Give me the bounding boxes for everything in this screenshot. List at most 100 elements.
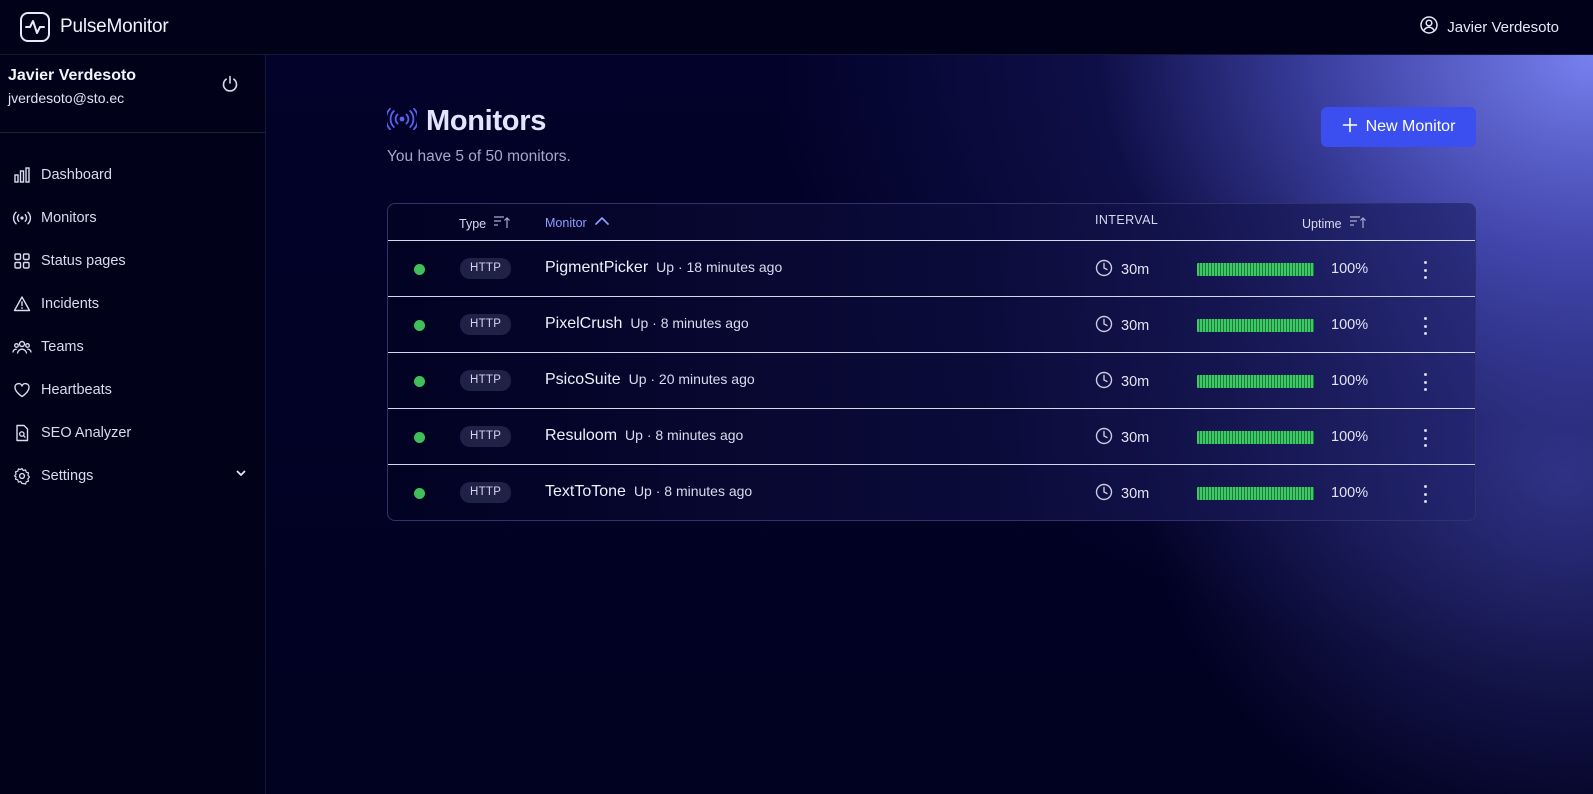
uptime-value: 100% [1331,261,1369,277]
monitor-status: Up · 8 minutes ago [633,483,753,499]
uptime-bar [1197,487,1314,500]
heart-icon [12,380,32,400]
page-header: Monitors You have 5 of 50 monitors. [385,105,571,166]
chevron-up-icon [594,215,610,230]
sidebar-item-label: Incidents [41,295,100,312]
uptime-value: 100% [1331,373,1369,389]
status-dot [414,376,425,387]
uptime-bar [1197,431,1314,444]
sidebar-item-teams[interactable]: Teams [0,325,265,368]
column-header-label: Uptime [1302,216,1342,231]
user-menu[interactable]: Javier Verdesoto [1420,16,1559,38]
clock-icon [1095,427,1113,449]
gear-icon [12,466,32,486]
grid-icon [12,251,32,271]
plus-icon [1342,117,1358,138]
type-badge: HTTP [460,482,512,503]
table-row[interactable]: HTTP Resuloom Up · 8 minutes ago 30m 100% [388,409,1475,465]
sidebar-item-label: Teams [41,338,84,355]
sidebar-item-label: Settings [41,467,94,484]
sidebar-item-status-pages[interactable]: Status pages [0,239,265,282]
sidebar-item-label: Monitors [41,209,97,226]
sidebar-user-email: jverdesoto@sto.ec [8,90,125,106]
sidebar-item-label: Dashboard [41,166,112,183]
monitor-status: Up · 18 minutes ago [656,259,783,275]
table-header: Type Monitor INTERVAL Uptime [388,204,1475,241]
sidebar-item-seo-analyzer[interactable]: SEO Analyzer [0,411,265,454]
top-user-name: Javier Verdesoto [1447,18,1559,36]
uptime-bar [1197,375,1314,388]
broadcast-icon [385,107,419,135]
sidebar-nav: Dashboard Monitors Status pages Incident… [0,133,265,497]
uptime-bar [1197,263,1314,276]
type-badge: HTTP [460,370,512,391]
sidebar-item-dashboard[interactable]: Dashboard [0,153,265,196]
uptime-value: 100% [1331,317,1369,333]
clock-icon [1095,483,1113,505]
column-header-uptime[interactable]: Uptime [1302,215,1367,232]
page-subtitle: You have 5 of 50 monitors. [387,148,571,165]
status-dot [414,488,425,499]
clock-icon [1095,315,1113,337]
top-bar: PulseMonitor Javier Verdesoto [0,0,1593,55]
type-badge: HTTP [460,314,512,335]
page-title: Monitors [426,105,547,137]
warning-triangle-icon [12,294,32,314]
app-name: PulseMonitor [60,16,169,37]
more-options-icon[interactable] [1420,485,1430,503]
sidebar-item-heartbeats[interactable]: Heartbeats [0,368,265,411]
sidebar-user-name: Javier Verdesoto [8,67,137,84]
sidebar-item-settings[interactable]: Settings [0,454,265,497]
type-badge: HTTP [460,258,512,279]
sidebar-item-label: SEO Analyzer [41,424,132,441]
table-row[interactable]: HTTP PsicoSuite Up · 20 minutes ago 30m 1… [388,353,1475,409]
sidebar-item-label: Status pages [41,252,126,269]
monitor-name[interactable]: PixelCrush [545,315,622,333]
uptime-value: 100% [1331,485,1369,501]
sort-icon [493,215,511,232]
more-options-icon[interactable] [1420,429,1430,447]
user-circle-icon [1420,16,1439,38]
brand[interactable]: PulseMonitor [20,12,169,42]
interval-value: 30m [1121,374,1150,390]
table-row[interactable]: HTTP PigmentPicker Up · 18 minutes ago 30… [388,241,1475,297]
status-dot [414,264,425,275]
interval-value: 30m [1121,318,1150,334]
monitor-name[interactable]: Resuloom [545,427,617,445]
pulse-logo-icon [20,12,50,42]
interval-value: 30m [1121,262,1150,278]
interval-value: 30m [1121,430,1150,446]
table-row[interactable]: HTTP PixelCrush Up · 8 minutes ago 30m 10… [388,297,1475,353]
more-options-icon[interactable] [1420,317,1430,335]
type-badge: HTTP [460,426,512,447]
status-dot [414,320,425,331]
bar-chart-icon [12,165,32,185]
chevron-down-icon[interactable] [235,467,247,483]
sidebar-user-card: Javier Verdesoto jverdesoto@sto.ec [0,55,265,133]
monitor-status: Up · 20 minutes ago [628,371,755,387]
status-dot [414,432,425,443]
more-options-icon[interactable] [1420,261,1430,279]
monitor-status: Up · 8 minutes ago [625,427,744,443]
document-search-icon [12,423,32,443]
column-header-type[interactable]: Type [459,215,511,232]
sidebar-item-monitors[interactable]: Monitors [0,196,265,239]
column-header-label: INTERVAL [1095,213,1159,227]
main-content: Monitors You have 5 of 50 monitors. New … [266,55,1593,794]
monitor-name[interactable]: PsicoSuite [545,371,621,389]
new-monitor-button[interactable]: New Monitor [1321,107,1476,147]
monitor-status: Up · 8 minutes ago [630,315,749,331]
new-monitor-label: New Monitor [1365,118,1456,135]
table-row[interactable]: HTTP TextToTone Up · 8 minutes ago 30m 10… [388,465,1475,520]
clock-icon [1095,259,1113,281]
monitor-name[interactable]: PigmentPicker [545,259,648,277]
more-options-icon[interactable] [1420,373,1430,391]
broadcast-icon [12,208,32,228]
monitors-table: Type Monitor INTERVAL Uptime HTTP Pigmen… [387,203,1476,521]
uptime-value: 100% [1331,429,1369,445]
sort-icon [1349,215,1367,232]
column-header-monitor[interactable]: Monitor [545,215,610,230]
power-icon[interactable] [221,75,239,132]
sidebar-item-incidents[interactable]: Incidents [0,282,265,325]
monitor-name[interactable]: TextToTone [545,483,626,501]
